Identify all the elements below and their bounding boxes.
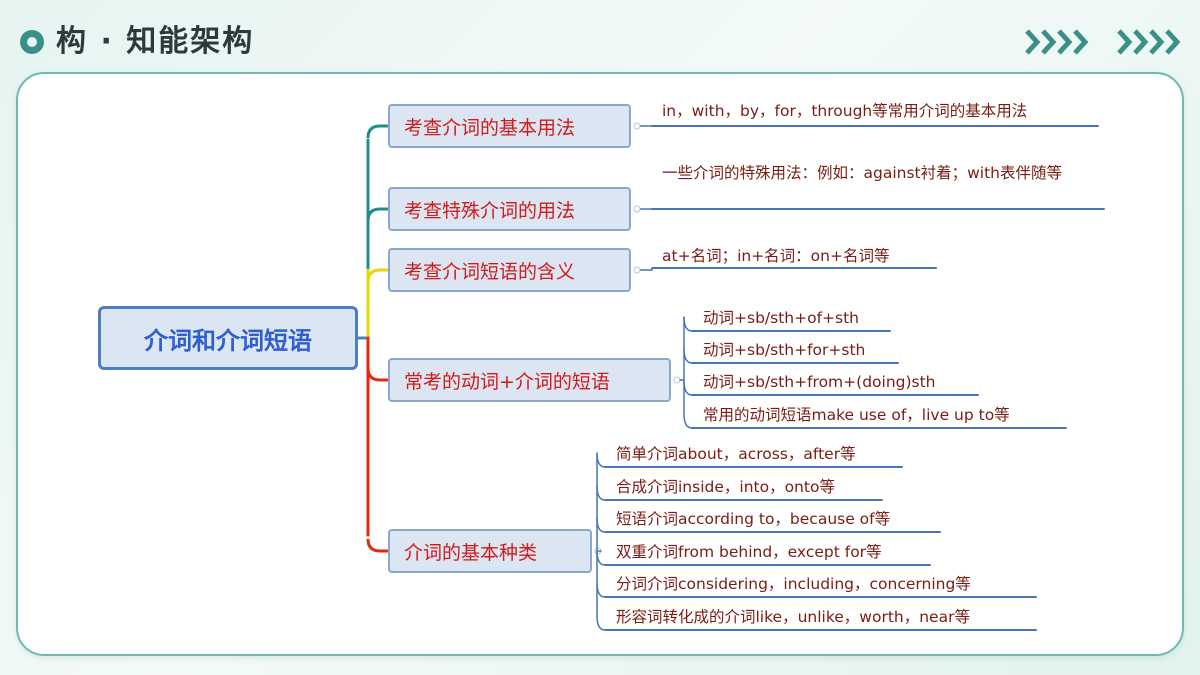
collapse-toggle-icon xyxy=(633,122,641,130)
mindmap-leaf: 合成介词inside，into，onto等 xyxy=(616,478,835,496)
collapse-toggle-icon xyxy=(633,266,641,274)
leaf-connector xyxy=(683,413,693,429)
mindmap-leaf: in，with，by，for，through等常用介词的基本用法 xyxy=(662,102,1028,120)
branch-connector xyxy=(366,538,388,553)
mindmap-leaf: 动词+sb/sth+from+(doing)sth xyxy=(703,373,936,391)
leaf-connector xyxy=(596,615,606,631)
leaf-connector xyxy=(683,380,693,396)
mindmap-root-node: 介词和介词短语 xyxy=(98,306,358,370)
leaf-connector xyxy=(596,582,606,598)
mindmap-leaf: 分词介词considering，including，concerning等 xyxy=(616,575,971,593)
leaf-connector xyxy=(596,485,606,501)
mindmap-leaf: 常用的动词短语make use of，live up to等 xyxy=(703,406,1010,424)
mindmap-leaf: 形容词转化成的介词like，unlike，worth，near等 xyxy=(616,608,970,626)
mindmap-leaf: 短语介词according to，because of等 xyxy=(616,510,891,528)
mindmap-leaf: at+名词；in+名词：on+名词等 xyxy=(662,247,890,265)
leaf-connector xyxy=(640,268,653,271)
collapse-toggle-icon xyxy=(633,205,641,213)
mindmap-leaf: 一些介词的特殊用法：例如：against衬着；with表伴随等 xyxy=(662,164,1063,182)
mindmap-branch-node: 考查特殊介词的用法 xyxy=(388,187,631,231)
branch-connector xyxy=(366,268,388,283)
mindmap-leaf: 双重介词from behind，except for等 xyxy=(616,543,882,561)
leaf-connector xyxy=(683,348,693,364)
mindmap-leaf: 动词+sb/sth+of+sth xyxy=(703,309,859,327)
mindmap-branch-node: 考查介词短语的含义 xyxy=(388,248,631,292)
leaf-connector xyxy=(596,452,606,468)
collapse-toggle-icon xyxy=(673,376,681,384)
leaf-connector xyxy=(596,517,606,533)
mindmap-branch-node: 介词的基本种类 xyxy=(388,529,592,573)
mindmap-branch-node: 常考的动词+介词的短语 xyxy=(388,358,671,402)
branch-connector xyxy=(366,367,388,382)
leaf-connector xyxy=(683,316,693,332)
branch-connector xyxy=(366,207,388,222)
branch-connector xyxy=(366,124,388,139)
mindmap-leaf: 动词+sb/sth+for+sth xyxy=(703,341,866,359)
mindmap-branch-node: 考查介词的基本用法 xyxy=(388,104,631,148)
mindmap-leaf: 简单介词about，across，after等 xyxy=(616,445,856,463)
